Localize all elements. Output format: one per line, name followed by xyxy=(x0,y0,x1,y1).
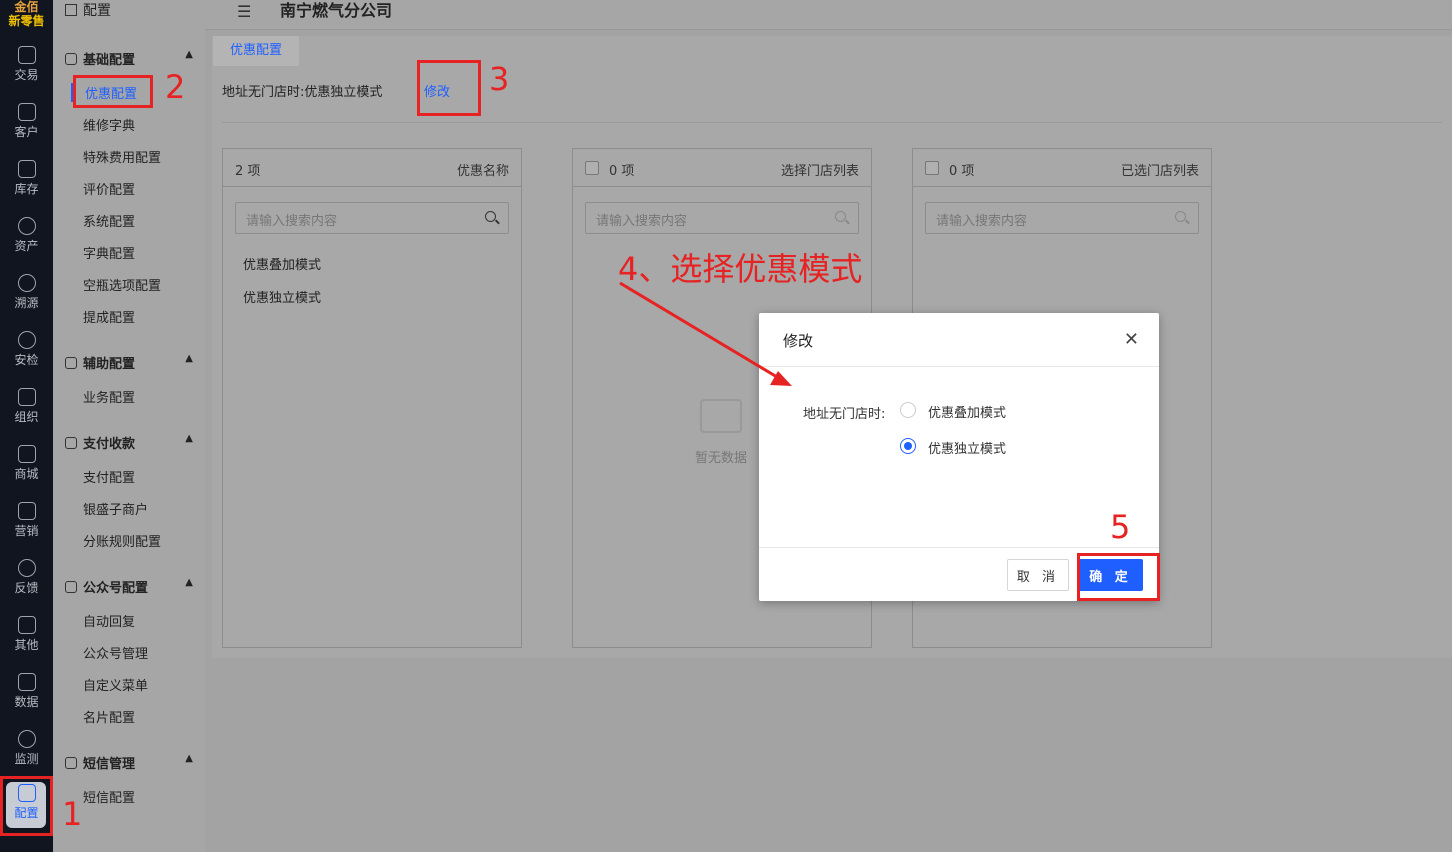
arrow-line xyxy=(619,281,783,382)
annotation-arrow xyxy=(619,281,792,386)
